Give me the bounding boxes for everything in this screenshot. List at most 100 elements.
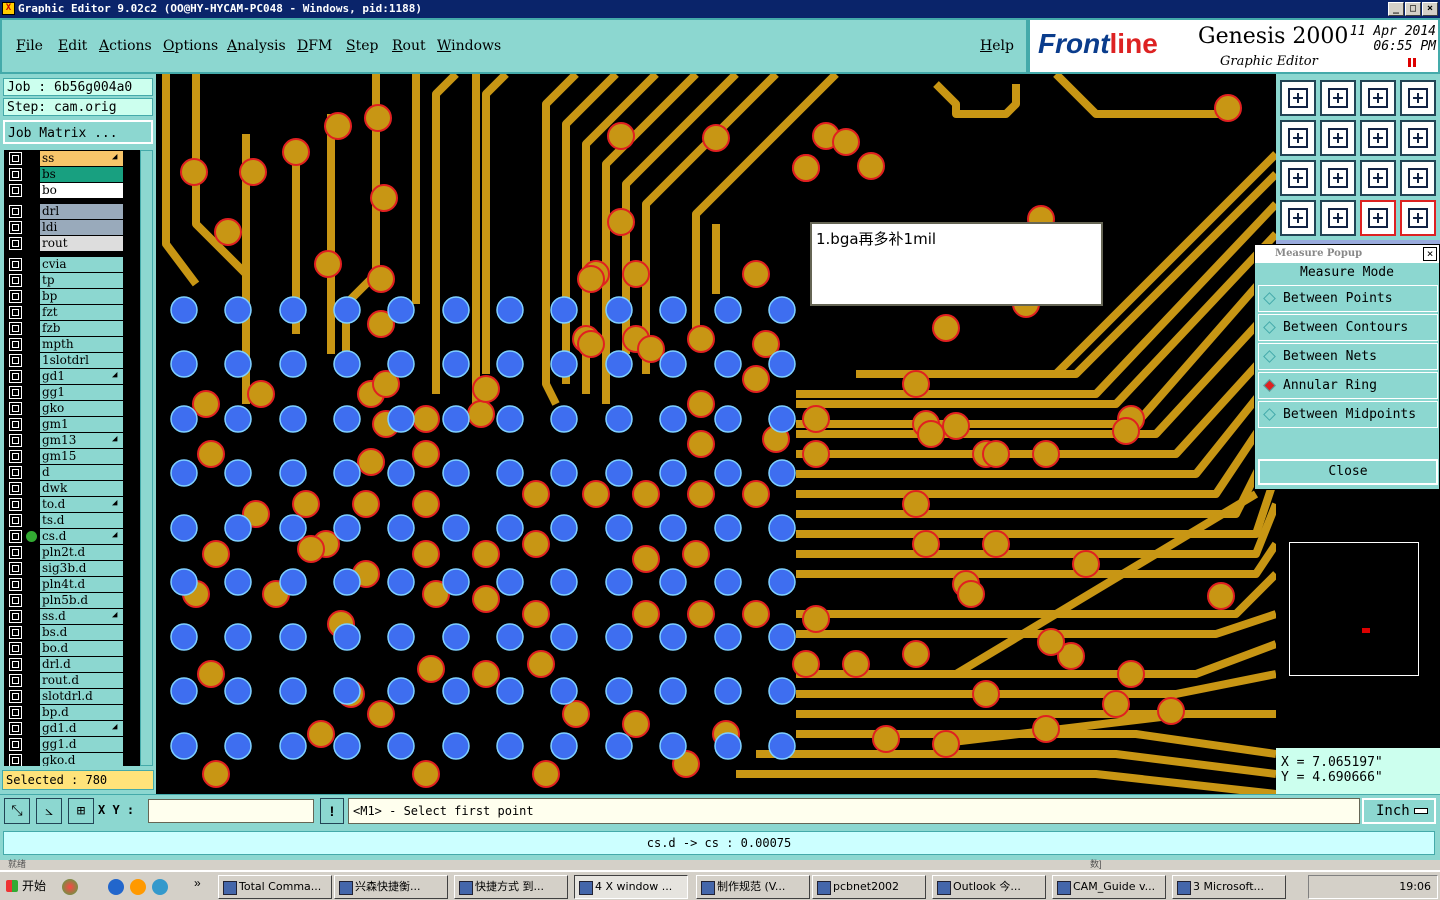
bga-pad[interactable] (605, 677, 633, 705)
fit-icon[interactable] (1280, 160, 1316, 196)
layer-checkbox[interactable] (9, 690, 22, 703)
bga-pad[interactable] (224, 405, 252, 433)
pad[interactable] (632, 480, 660, 508)
bga-pad[interactable] (170, 350, 198, 378)
bga-pad[interactable] (550, 677, 578, 705)
layer-row-gm1[interactable]: gm1 (4, 416, 140, 432)
pad[interactable] (297, 535, 325, 563)
job-export-icon[interactable] (1280, 80, 1316, 116)
layer-row-gg1[interactable]: gg1 (4, 384, 140, 400)
pad[interactable] (417, 655, 445, 683)
layer-checkbox[interactable] (9, 610, 22, 623)
bga-pad[interactable] (333, 623, 361, 651)
start-button[interactable]: 开始 (2, 875, 50, 899)
radio-diamond-icon[interactable] (1263, 292, 1276, 305)
layer-name[interactable]: gg1 (40, 385, 123, 400)
layer-checkbox[interactable] (9, 306, 22, 319)
layer-checkbox[interactable] (9, 402, 22, 415)
panel-icon[interactable] (1400, 80, 1436, 116)
layer-row-fzb[interactable]: fzb (4, 320, 140, 336)
layer-row-gko[interactable]: gko (4, 400, 140, 416)
bga-pad[interactable] (387, 296, 415, 324)
bga-pad[interactable] (279, 296, 307, 324)
pad[interactable] (367, 265, 395, 293)
pad[interactable] (364, 104, 392, 132)
bga-pad[interactable] (170, 623, 198, 651)
taskbar-task[interactable]: 3 Microsoft... (1172, 875, 1286, 899)
pad[interactable] (1207, 582, 1235, 610)
layer-row-bp[interactable]: bp (4, 288, 140, 304)
bga-pad[interactable] (496, 568, 524, 596)
bga-pad[interactable] (714, 459, 742, 487)
pad[interactable] (412, 440, 440, 468)
layer-name[interactable]: pln2t.d (40, 545, 123, 560)
layer-name[interactable]: slotdrl.d (40, 689, 123, 704)
bga-pad[interactable] (605, 350, 633, 378)
pad[interactable] (917, 420, 945, 448)
pad[interactable] (622, 260, 650, 288)
layer-row-ss-d[interactable]: ss.d ◢ (4, 608, 140, 624)
pcb-board[interactable] (156, 74, 1276, 794)
scale-1-2-icon[interactable] (1360, 160, 1396, 196)
pad[interactable] (792, 650, 820, 678)
layer-checkbox[interactable] (9, 658, 22, 671)
layer-name[interactable]: d (40, 465, 123, 480)
menu-dfm[interactable]: DFM (297, 38, 332, 54)
measure-option-between-midpoints[interactable]: Between Midpoints (1258, 401, 1438, 428)
layer-row-ss[interactable]: ss ◢ (4, 150, 140, 166)
taskbar-task[interactable]: pcbnet2002 (812, 875, 926, 899)
bga-pad[interactable] (659, 623, 687, 651)
bga-pad[interactable] (279, 514, 307, 542)
pad[interactable] (180, 158, 208, 186)
measure-close-icon[interactable]: × (1423, 247, 1437, 261)
pad[interactable] (1157, 697, 1185, 725)
pad[interactable] (902, 370, 930, 398)
layer-checkbox[interactable] (9, 322, 22, 335)
layer-checkbox[interactable] (9, 514, 22, 527)
layer-name[interactable]: to.d (40, 497, 123, 512)
bga-pad[interactable] (387, 623, 415, 651)
bga-pad[interactable] (279, 459, 307, 487)
pad[interactable] (522, 600, 550, 628)
layer-name[interactable]: ldi (40, 220, 123, 235)
bga-pad[interactable] (224, 623, 252, 651)
layer-name[interactable]: cvia (40, 257, 123, 272)
layer-name[interactable]: ts.d (40, 513, 123, 528)
pad[interactable] (582, 480, 610, 508)
taskbar-task[interactable]: 4 X window ... (574, 875, 688, 899)
pad[interactable] (370, 184, 398, 212)
layer-checkbox[interactable] (9, 152, 22, 165)
bga-pad[interactable] (170, 459, 198, 487)
filter-icon[interactable] (1280, 200, 1316, 236)
bga-pad[interactable] (442, 459, 470, 487)
pad[interactable] (197, 440, 225, 468)
layer-checkbox[interactable] (9, 221, 22, 234)
pad[interactable] (522, 480, 550, 508)
menu-rout[interactable]: Rout (392, 38, 426, 54)
step-right-icon[interactable] (1320, 120, 1356, 156)
pad[interactable] (467, 400, 495, 428)
layer-row-rout[interactable]: rout (4, 235, 140, 251)
menu-analysis[interactable]: Analysis (227, 38, 286, 54)
layer-row-bo[interactable]: bo (4, 182, 140, 198)
taskbar-task[interactable]: Outlook 今... (932, 875, 1046, 899)
bga-pad[interactable] (224, 350, 252, 378)
close-window-button[interactable]: × (1422, 2, 1438, 16)
bga-pad[interactable] (387, 350, 415, 378)
layer-row-d[interactable]: d (4, 464, 140, 480)
layer-checkbox[interactable] (9, 498, 22, 511)
pad[interactable] (307, 720, 335, 748)
menu-windows[interactable]: Windows (437, 38, 501, 54)
bga-pad[interactable] (170, 405, 198, 433)
layer-name[interactable]: tp (40, 273, 123, 288)
bga-pad[interactable] (170, 677, 198, 705)
layer-checkbox[interactable] (9, 370, 22, 383)
bga-pad[interactable] (605, 732, 633, 760)
bga-pad[interactable] (768, 568, 796, 596)
layer-checkbox[interactable] (9, 338, 22, 351)
undo-icon[interactable] (1360, 120, 1396, 156)
bga-pad[interactable] (279, 732, 307, 760)
pad[interactable] (687, 390, 715, 418)
pad[interactable] (192, 390, 220, 418)
layer-name[interactable]: gko.d (40, 753, 123, 766)
